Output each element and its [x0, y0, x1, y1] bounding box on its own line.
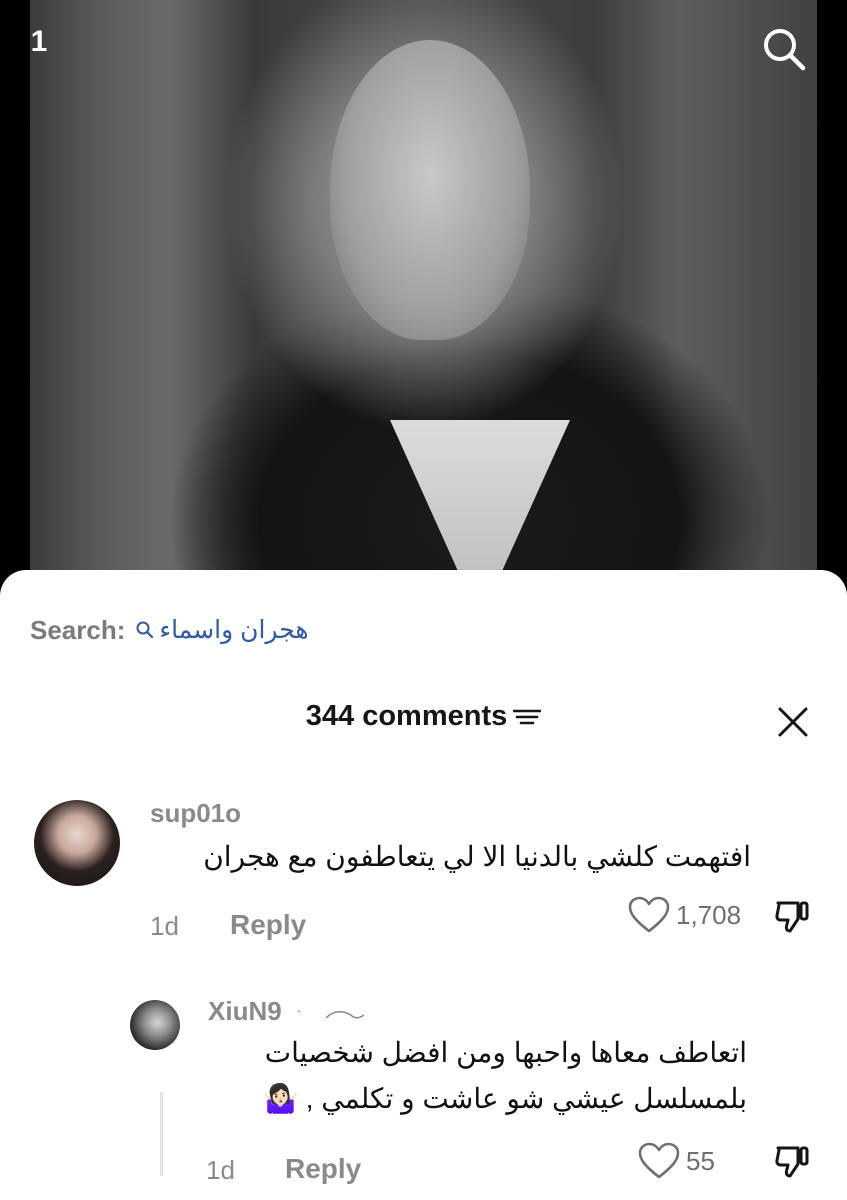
video-player[interactable]: 1 — [0, 0, 847, 600]
search-icon[interactable] — [759, 24, 809, 74]
like-count: 55 — [686, 1145, 715, 1176]
comment-time: 1d — [150, 911, 179, 941]
like-button[interactable]: 1,708 — [628, 896, 741, 934]
close-icon[interactable] — [777, 706, 809, 738]
like-count: 1,708 — [676, 899, 742, 930]
reply-button[interactable]: Reply — [230, 909, 306, 941]
comments-header: 344 comments — [0, 700, 847, 733]
comment-text: افتهمت كلشي بالدنيا الا لي يتعاطفون مع ه… — [203, 841, 751, 872]
comment-username[interactable]: sup01o — [150, 798, 241, 829]
video-letterbox-left — [0, 0, 30, 600]
like-button[interactable]: 55 — [638, 1142, 715, 1180]
heart-icon — [628, 896, 670, 933]
search-suggestion[interactable]: Search: هجران واسماء — [30, 612, 309, 648]
channel-badge: 1 — [30, 25, 48, 58]
comment-username[interactable]: XiuN9 — [208, 996, 282, 1027]
heart-icon — [638, 1142, 680, 1179]
thumbs-down-icon[interactable] — [774, 1142, 812, 1180]
comment-text: اتعاطف معاها واحبها ومن افضل شخصيات بلمس… — [263, 1037, 747, 1114]
svg-text:ˇ: ˇ — [296, 1009, 302, 1023]
reply-button[interactable]: Reply — [285, 1153, 361, 1185]
comment-time: 1d — [206, 1155, 235, 1185]
filter-lines-icon[interactable] — [513, 706, 542, 728]
tilde-decor-icon: ˇ — [296, 1009, 365, 1023]
comments-count: 344 comments — [305, 700, 508, 732]
thumbs-down-icon[interactable] — [774, 897, 812, 935]
video-frame-subject — [330, 40, 530, 340]
search-icon — [136, 621, 154, 639]
thread-line — [160, 1092, 163, 1176]
search-label: Search: — [30, 614, 126, 645]
search-query[interactable]: هجران واسماء — [159, 615, 308, 645]
video-letterbox-right — [817, 0, 847, 600]
avatar[interactable] — [34, 800, 120, 886]
